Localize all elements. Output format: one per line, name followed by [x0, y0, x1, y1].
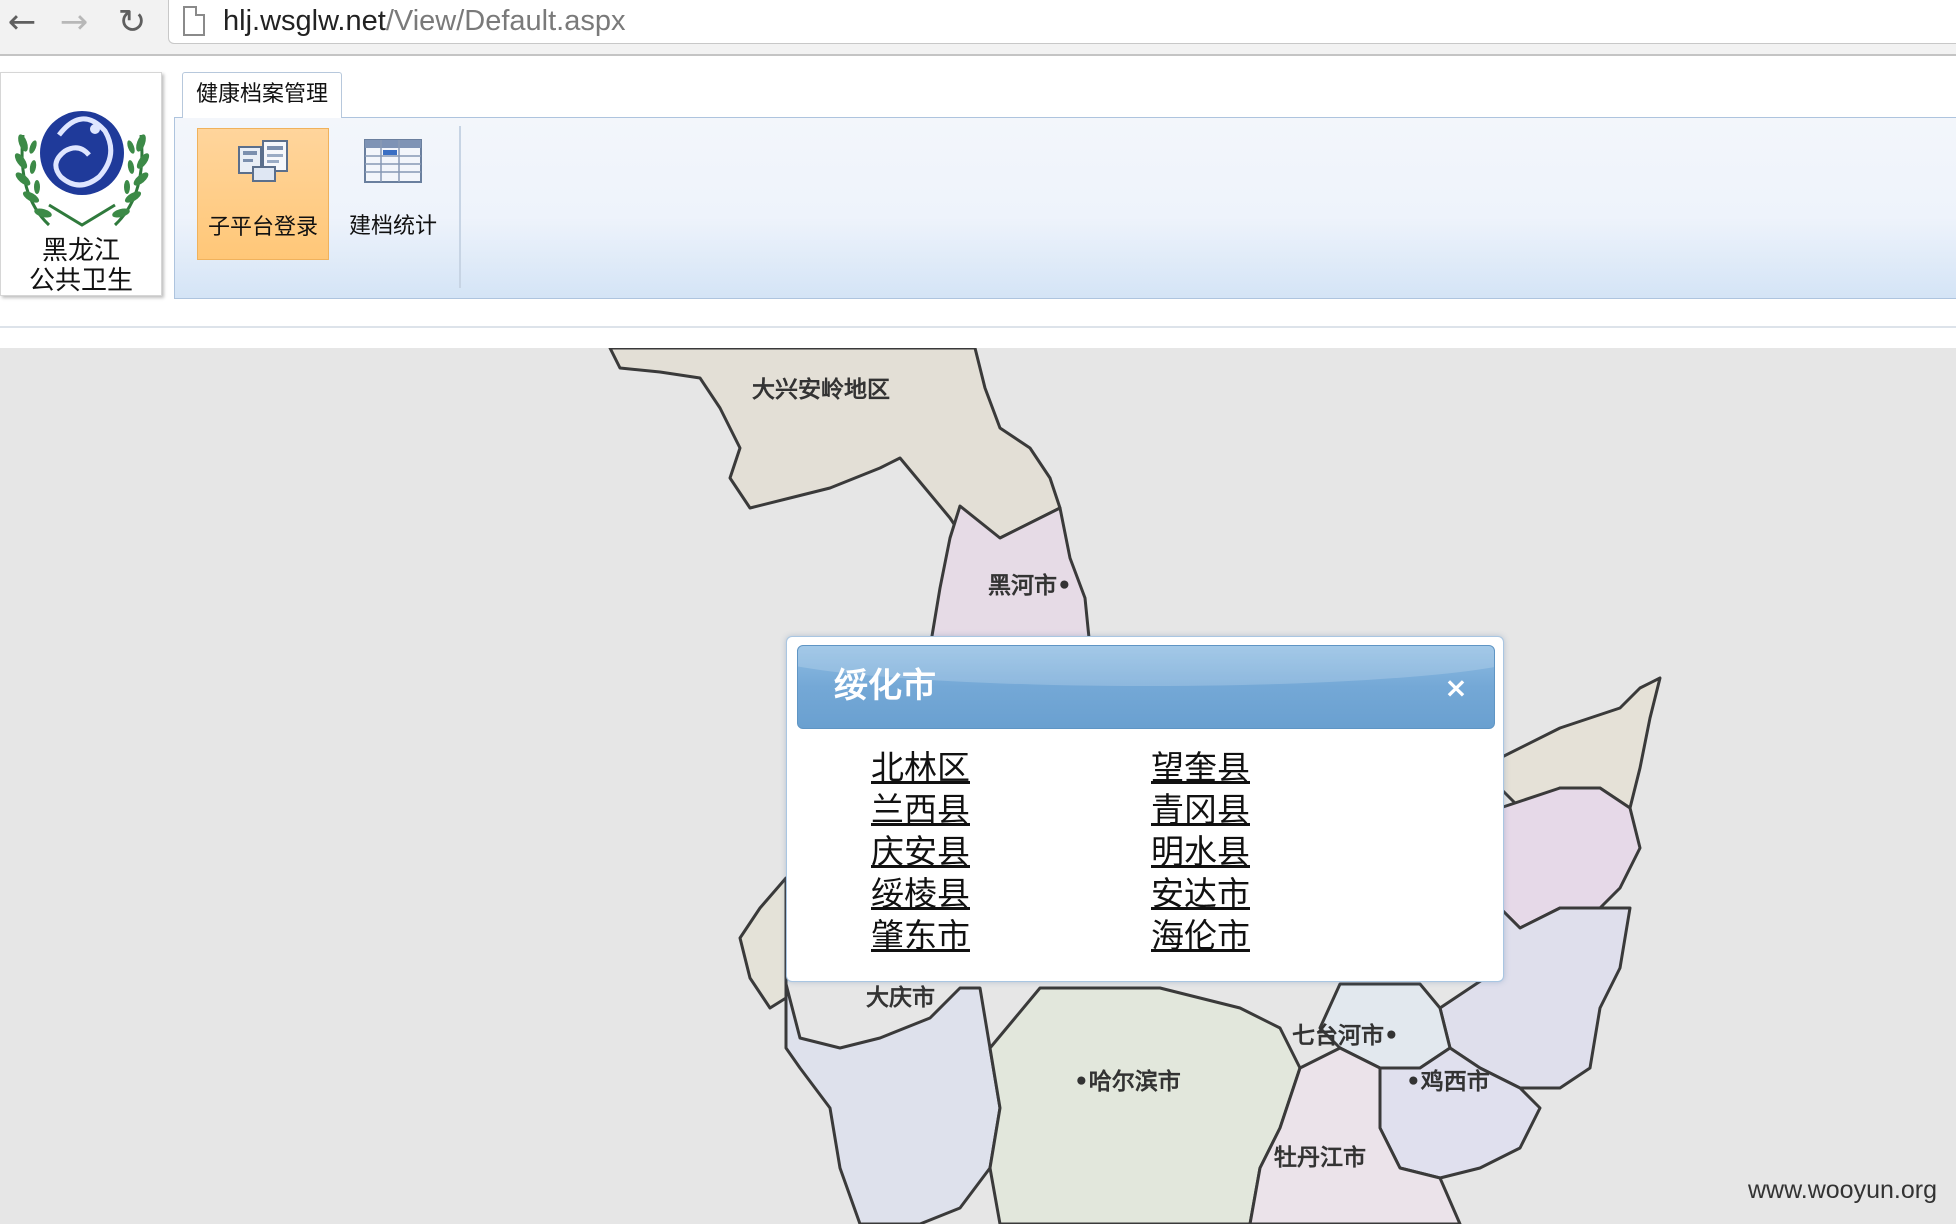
- map-region-daqing[interactable]: [784, 982, 1002, 1224]
- tab-health-records[interactable]: 健康档案管理: [182, 72, 342, 118]
- city-dialog: 绥化市 × 北林区 兰西县 庆安县 绥棱县 肇东市 望奎县 青冈县 明水县 安达…: [786, 636, 1504, 982]
- page-icon: [183, 6, 205, 36]
- map-label-harbin[interactable]: •哈尔滨市: [1074, 1062, 1181, 1096]
- district-link[interactable]: 绥棱县: [871, 873, 970, 915]
- map-label-heihe[interactable]: 黑河市•: [988, 566, 1072, 600]
- close-button[interactable]: ×: [1438, 670, 1474, 706]
- arrow-left-icon: ←: [7, 2, 37, 42]
- map-region-qiqihar[interactable]: [738, 876, 788, 1010]
- district-list-left: 北林区 兰西县 庆安县 绥棱县 肇东市: [871, 747, 970, 957]
- subplatform-login-label: 子平台登录: [207, 215, 318, 240]
- url-path: /View/Default.aspx: [385, 5, 626, 37]
- divider: [0, 326, 1956, 328]
- dragon-emblem-icon: [14, 111, 150, 227]
- map-region-harbin[interactable]: [988, 986, 1302, 1224]
- district-link[interactable]: 青冈县: [1151, 789, 1250, 831]
- district-link[interactable]: 安达市: [1151, 873, 1250, 915]
- url-host: hlj.wsglw.net: [223, 5, 386, 37]
- reload-button[interactable]: ↻: [110, 2, 154, 42]
- district-link[interactable]: 兰西县: [871, 789, 970, 831]
- subplatform-login-button[interactable]: 子平台登录: [197, 128, 329, 260]
- logo: 黑龙江 公共卫生: [0, 72, 162, 296]
- dialog-header[interactable]: 绥化市 ×: [797, 645, 1495, 729]
- records-stats-label: 建档统计: [348, 214, 437, 239]
- map-label-mudanjiang[interactable]: 牡丹江市: [1274, 1138, 1366, 1172]
- address-bar[interactable]: hlj.wsglw.net/View/Default.aspx: [168, 0, 1956, 44]
- reload-icon: ↻: [117, 2, 147, 42]
- map-label-qitaihe[interactable]: 七台河市•: [1292, 1016, 1399, 1050]
- close-icon: ×: [1444, 671, 1468, 704]
- district-link[interactable]: 庆安县: [871, 831, 970, 873]
- back-button[interactable]: ←: [0, 2, 44, 42]
- app-header: 黑龙江 公共卫生 健康档案管理 子平台登录 建档统计: [0, 56, 1956, 348]
- district-link[interactable]: 北林区: [871, 747, 970, 789]
- records-stats-button[interactable]: 建档统计: [333, 128, 453, 260]
- subplatform-login-icon: [238, 140, 288, 182]
- ribbon-toolbar: 子平台登录 建档统计: [174, 117, 1956, 299]
- district-link[interactable]: 明水县: [1151, 831, 1250, 873]
- dialog-title: 绥化市: [834, 666, 936, 706]
- browser-toolbar: ← → ↻ hlj.wsglw.net/View/Default.aspx: [0, 0, 1956, 56]
- map-label-daxinganling[interactable]: 大兴安岭地区: [752, 370, 890, 404]
- logo-text-line2: 公共卫生: [28, 266, 133, 296]
- district-list-right: 望奎县 青冈县 明水县 安达市 海伦市: [1151, 747, 1250, 957]
- logo-text-line1: 黑龙江: [41, 236, 120, 266]
- district-link[interactable]: 海伦市: [1151, 915, 1250, 957]
- map-label-jixi[interactable]: •鸡西市: [1406, 1062, 1490, 1096]
- map-label-daqing[interactable]: 大庆市: [866, 978, 935, 1012]
- table-stats-icon: [364, 139, 422, 183]
- forward-button[interactable]: →: [52, 2, 96, 42]
- district-link[interactable]: 望奎县: [1151, 747, 1250, 789]
- ribbon-separator: [459, 126, 461, 288]
- arrow-right-icon: →: [59, 2, 89, 42]
- district-link[interactable]: 肇东市: [871, 915, 970, 957]
- url-text[interactable]: hlj.wsglw.net/View/Default.aspx: [223, 2, 625, 40]
- watermark: www.wooyun.org: [1748, 1176, 1937, 1204]
